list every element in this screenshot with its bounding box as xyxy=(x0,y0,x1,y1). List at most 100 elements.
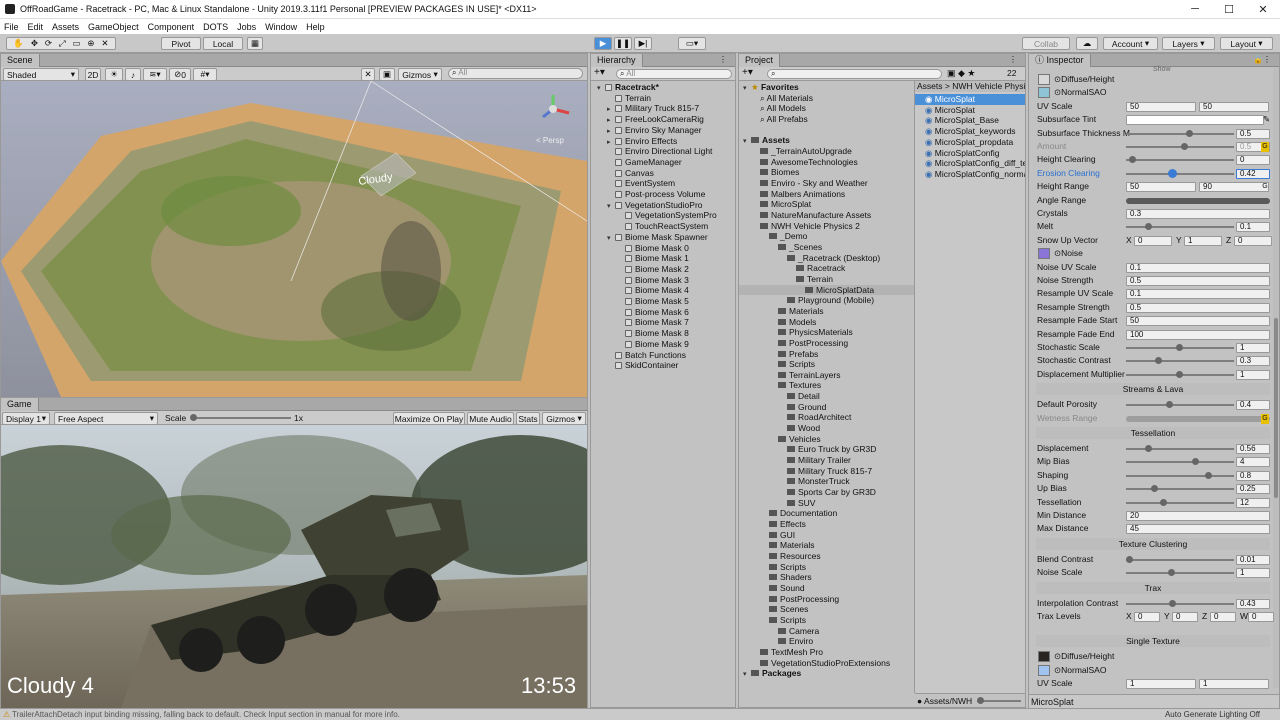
project-folder-item[interactable]: Effects xyxy=(761,519,914,530)
slider-value-field[interactable]: 12 xyxy=(1236,497,1270,508)
hierarchy-item[interactable]: Biome Mask 3 xyxy=(617,275,735,286)
project-folder-item[interactable]: VegetationStudioProExtensions xyxy=(752,658,914,669)
camera-icon[interactable]: ▣ xyxy=(379,68,395,81)
hierarchy-item[interactable]: Enviro Directional Light xyxy=(607,146,735,157)
project-folder-item[interactable]: AwesomeTechnologies xyxy=(752,157,914,168)
number-field[interactable]: 0.1 xyxy=(1126,262,1270,273)
project-folder-item[interactable] xyxy=(743,125,914,136)
number-field[interactable]: 0.3 xyxy=(1126,209,1270,219)
texture-slot[interactable] xyxy=(1038,651,1050,663)
number-field[interactable]: 0.5 xyxy=(1126,302,1270,313)
project-folder-item[interactable]: Scripts xyxy=(761,562,914,573)
slider-knob[interactable] xyxy=(1144,445,1152,452)
project-folder-item[interactable]: Prefabs xyxy=(770,349,914,360)
project-folder-item[interactable]: Sports Car by GR3D xyxy=(779,487,914,498)
hierarchy-item[interactable]: Biome Mask 1 xyxy=(617,253,735,264)
slider-track[interactable] xyxy=(1126,132,1234,135)
cloud-icon[interactable]: ☁ xyxy=(1076,37,1098,50)
transform-tool-icon[interactable]: ⊕ xyxy=(87,38,94,49)
project-folder-item[interactable]: RoadArchitect xyxy=(779,412,914,423)
scale-slider-knob[interactable] xyxy=(190,414,197,421)
section-header[interactable]: Tessellation xyxy=(1036,427,1270,439)
hierarchy-item[interactable]: Biome Mask 2 xyxy=(617,264,735,275)
project-folder-item[interactable]: ▾ Packages xyxy=(743,668,914,679)
menu-item-edit[interactable]: Edit xyxy=(28,22,44,32)
hierarchy-item[interactable]: Post-process Volume xyxy=(607,189,735,200)
expand-arrow-icon[interactable]: ▸ xyxy=(607,127,615,136)
hierarchy-item[interactable]: EventSystem xyxy=(607,178,735,189)
menu-item-gameobject[interactable]: GameObject xyxy=(88,22,139,32)
vector-z-field[interactable]: 0 xyxy=(1234,235,1272,246)
texture-slot[interactable] xyxy=(1038,87,1050,99)
vector-x-field[interactable]: 0 xyxy=(1134,235,1172,246)
project-folder-item[interactable]: Resources xyxy=(761,551,914,562)
menu-item-file[interactable]: File xyxy=(4,22,19,32)
texture-slot[interactable] xyxy=(1038,248,1050,260)
project-file-item[interactable]: ◉ MicroSplat_keywords xyxy=(915,126,1025,137)
project-folder-item[interactable]: Euro Truck by GR3D xyxy=(779,444,914,455)
range-bar[interactable] xyxy=(1126,197,1270,204)
project-folder-item[interactable]: TextMesh Pro xyxy=(752,647,914,658)
vector-y-field[interactable]: 1 xyxy=(1184,235,1222,246)
hierarchy-item[interactable]: Batch Functions xyxy=(607,350,735,361)
project-folder-item[interactable]: Ground xyxy=(779,402,914,413)
scene-viewport[interactable]: Cloudy < Persp xyxy=(1,81,587,397)
project-folder-item[interactable]: Materials xyxy=(770,306,914,317)
rect-tool-icon[interactable]: ▭ xyxy=(73,38,81,49)
lighting-status[interactable]: Auto Generate Lighting Off xyxy=(1165,709,1260,720)
project-folder-item[interactable]: Military Trailer xyxy=(779,455,914,466)
lock-icon[interactable]: 🔒⋮ xyxy=(1253,55,1271,64)
project-folder-item[interactable]: Enviro xyxy=(770,636,914,647)
project-folder-item[interactable]: GUI xyxy=(761,530,914,541)
project-folder-item[interactable]: NatureManufacture Assets xyxy=(752,210,914,221)
grid-dropdown-icon[interactable]: #▾ xyxy=(193,68,217,81)
range-bar[interactable] xyxy=(1126,415,1270,422)
project-file-item[interactable]: ◉ MicroSplat xyxy=(915,94,1025,105)
slider-knob[interactable] xyxy=(1160,498,1168,506)
slider-track[interactable] xyxy=(1126,404,1234,407)
scale-tool-icon[interactable]: ⤢ xyxy=(59,38,66,49)
hierarchy-item[interactable]: Biome Mask 5 xyxy=(617,296,735,307)
global-label[interactable]: G xyxy=(1261,182,1269,192)
slider-value-field[interactable]: 0.25 xyxy=(1236,484,1270,495)
number-field[interactable]: 45 xyxy=(1126,524,1270,535)
menu-item-jobs[interactable]: Jobs xyxy=(237,22,256,32)
expand-arrow-icon[interactable]: ▾ xyxy=(743,84,751,93)
hierarchy-item[interactable]: Biome Mask 8 xyxy=(617,328,735,339)
account-dropdown[interactable]: Account ▾ xyxy=(1103,37,1158,50)
project-folder-item[interactable]: Vehicles xyxy=(770,434,914,445)
project-folder-item[interactable]: PostProcessing xyxy=(761,594,914,605)
slider-knob[interactable] xyxy=(1151,485,1159,493)
add-icon[interactable]: +▾ xyxy=(594,67,605,78)
project-search-input[interactable]: ⌕ xyxy=(767,69,942,79)
hierarchy-item[interactable]: ▾ VegetationStudioPro xyxy=(607,200,735,211)
texture-slot[interactable] xyxy=(1038,74,1050,85)
project-file-item[interactable]: ◉ MicroSplat_propdata xyxy=(915,137,1025,148)
expand-arrow-icon[interactable]: ▾ xyxy=(607,234,615,243)
hierarchy-item[interactable]: ▸ Enviro Sky Manager xyxy=(607,125,735,136)
menu-item-component[interactable]: Component xyxy=(148,22,195,32)
expand-arrow-icon[interactable]: ▾ xyxy=(607,202,615,211)
expand-arrow-icon[interactable]: ▸ xyxy=(607,105,615,114)
number-field[interactable]: 20 xyxy=(1126,511,1270,521)
scale-slider[interactable] xyxy=(191,417,291,419)
status-message[interactable]: TrailerAttachDetach input binding missin… xyxy=(12,709,400,720)
transform-tools[interactable]: ✋ ✥ ⟳ ⤢ ▭ ⊕ ✕ xyxy=(6,37,116,50)
game-gizmos-dropdown[interactable]: Gizmos ▾ xyxy=(542,412,586,425)
hierarchy-item[interactable]: Terrain xyxy=(607,93,735,104)
slider-track[interactable] xyxy=(1126,360,1234,363)
2d-toggle[interactable]: 2D xyxy=(85,68,101,81)
menu-item-window[interactable]: Window xyxy=(265,22,297,32)
texture-slot[interactable] xyxy=(1038,664,1050,676)
slider-knob[interactable] xyxy=(1205,471,1213,479)
hierarchy-item[interactable]: Biome Mask 4 xyxy=(617,285,735,296)
slider-knob[interactable] xyxy=(1176,344,1183,351)
vector-x-field[interactable]: 1 xyxy=(1126,679,1196,690)
slider-track[interactable] xyxy=(1126,572,1234,575)
expand-arrow-icon[interactable]: ▾ xyxy=(743,137,751,146)
scene-search-input[interactable]: ⌕ All xyxy=(448,68,583,79)
hierarchy-item[interactable]: TouchReactSystem xyxy=(617,221,735,232)
hierarchy-item[interactable]: ▾ Racetrack* xyxy=(597,82,735,93)
number-field[interactable]: 50 xyxy=(1126,316,1270,327)
expand-arrow-icon[interactable]: ▸ xyxy=(607,116,615,125)
